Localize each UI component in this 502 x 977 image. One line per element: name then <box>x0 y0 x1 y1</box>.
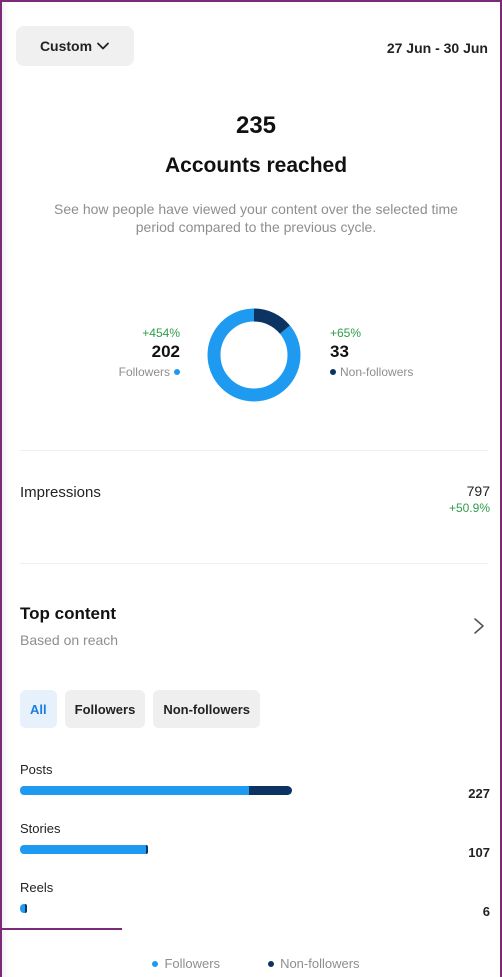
followers-stat: +454% 202 Followers <box>119 326 180 380</box>
reach-donut-chart <box>204 305 304 405</box>
bar-segment-non-followers <box>248 786 292 795</box>
insights-panel: Custom 27 Jun - 30 Jun 235 Accounts reac… <box>12 0 500 977</box>
legend-item-followers: Followers <box>152 956 220 971</box>
bar-value: 6 <box>482 904 490 919</box>
legend-non-followers-label: Non-followers <box>280 956 360 971</box>
chart-legend: Followers Non-followers <box>12 956 500 971</box>
left-shade <box>0 0 10 977</box>
bar-label: Posts <box>20 762 53 777</box>
impressions-value: 797 <box>466 483 490 499</box>
accounts-reached-value: 235 <box>235 112 277 139</box>
followers-label: Followers <box>118 365 170 379</box>
non-followers-stat: +65% 33 Non-followers <box>330 326 413 380</box>
top-content-title: Top content <box>20 604 116 623</box>
followers-legend: Followers <box>119 364 180 380</box>
filter-followers-chip[interactable]: Followers <box>64 690 146 728</box>
bar-label: Reels <box>20 880 54 895</box>
bar-segment-non-followers <box>24 904 28 913</box>
followers-count: 202 <box>151 342 180 361</box>
non-followers-count: 33 <box>330 342 349 361</box>
impressions-stat: 797 +50.9% <box>449 482 490 516</box>
non-followers-legend: Non-followers <box>330 364 413 380</box>
content-filter-tabs: All Followers Non-followers <box>20 690 260 728</box>
legend-item-non-followers: Non-followers <box>268 956 360 971</box>
impressions-change: +50.9% <box>448 501 490 515</box>
non-followers-change: +65% <box>330 326 362 340</box>
bar-row-stories: Stories 107 <box>20 821 490 860</box>
chevron-right-icon[interactable] <box>472 616 486 636</box>
non-followers-dot-icon <box>330 369 336 375</box>
chevron-down-icon <box>97 42 109 50</box>
divider <box>20 450 488 451</box>
divider <box>20 563 488 564</box>
accounts-reached-label: Accounts reached <box>164 154 348 177</box>
bar-row-posts: Posts 227 <box>20 762 490 801</box>
bar-segment-non-followers <box>145 845 149 854</box>
non-followers-label: Non-followers <box>340 365 414 379</box>
followers-dot-icon <box>174 369 180 375</box>
legend-non-followers-dot-icon <box>268 960 275 967</box>
screenshot-frame-edge <box>0 928 122 930</box>
bar-value: 227 <box>468 786 490 801</box>
bar-segment-followers <box>20 786 249 795</box>
bar-segment-followers <box>20 845 146 854</box>
period-dropdown[interactable]: Custom <box>16 26 134 66</box>
reach-description: See how people have viewed your content … <box>54 201 458 235</box>
period-dropdown-label: Custom <box>39 38 93 54</box>
followers-change: +454% <box>142 326 180 340</box>
legend-followers-dot-icon <box>152 960 159 967</box>
legend-followers-label: Followers <box>164 956 221 971</box>
filter-non-followers-chip[interactable]: Non-followers <box>153 690 260 728</box>
date-range: 27 Jun - 30 Jun <box>386 40 488 56</box>
filter-all-chip[interactable]: All <box>20 690 57 728</box>
bar-label: Stories <box>20 821 61 836</box>
impressions-label: Impressions <box>20 484 101 501</box>
bar-value: 107 <box>468 845 490 860</box>
top-content-subtitle: Based on reach <box>20 632 119 648</box>
bar-row-reels: Reels 6 <box>20 880 490 919</box>
